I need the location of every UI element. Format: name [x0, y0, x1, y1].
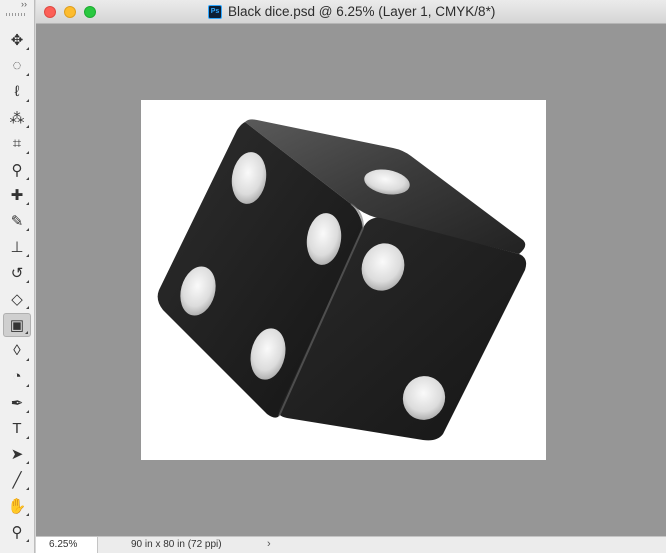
- tool-group-indicator: [26, 228, 29, 232]
- move-tool-icon: ✥: [10, 32, 24, 49]
- eyedropper-tool-icon: ⚲: [11, 161, 23, 179]
- healing-brush-tool[interactable]: ✚: [3, 183, 31, 207]
- eraser-tool[interactable]: ◇: [3, 287, 31, 311]
- tool-group-indicator: [26, 254, 29, 258]
- window-title: Ps Black dice.psd @ 6.25% (Layer 1, CMYK…: [208, 4, 495, 19]
- photoshop-file-icon: Ps: [208, 4, 222, 19]
- zoom-tool[interactable]: ⚲: [3, 520, 31, 544]
- path-selection-tool[interactable]: ➤: [3, 442, 31, 466]
- healing-brush-tool-icon: ✚: [10, 187, 24, 205]
- panel-grip[interactable]: [6, 13, 26, 16]
- status-menu-arrow-icon[interactable]: ›: [267, 538, 271, 550]
- tool-group-indicator: [26, 150, 29, 154]
- magic-wand-tool[interactable]: ⁂: [3, 106, 31, 130]
- magic-wand-tool-icon: ⁂: [9, 109, 25, 127]
- status-bar: 6.25% 90 in x 80 in (72 ppi) ›: [36, 536, 666, 553]
- dodge-tool[interactable]: ◔: [3, 365, 31, 389]
- tool-group-indicator: [26, 383, 29, 387]
- document-window: Ps Black dice.psd @ 6.25% (Layer 1, CMYK…: [36, 0, 666, 553]
- marquee-tool[interactable]: ◌: [3, 54, 31, 78]
- tool-group-indicator: [26, 357, 29, 361]
- gradient-tool-icon: ▣: [9, 316, 25, 334]
- dice-image: [157, 119, 527, 441]
- brush-tool[interactable]: ✎: [3, 209, 31, 233]
- tool-group-indicator: [26, 487, 29, 491]
- tool-group-indicator: [26, 280, 29, 284]
- dodge-tool-icon: ◔: [12, 368, 22, 386]
- pen-tool-icon: ✒: [10, 394, 24, 412]
- tool-group-indicator: [26, 98, 29, 102]
- tool-group-indicator: [26, 513, 29, 517]
- tool-group-indicator: [26, 435, 29, 439]
- move-tool[interactable]: ✥: [3, 28, 31, 52]
- history-brush-tool-icon: ↺: [10, 265, 24, 283]
- document-title: Black dice.psd @ 6.25% (Layer 1, CMYK/8*…: [228, 4, 496, 19]
- document-info: 90 in x 80 in (72 ppi): [131, 539, 222, 550]
- eyedropper-tool[interactable]: ⚲: [3, 158, 31, 182]
- zoom-tool-icon: ⚲: [11, 524, 23, 542]
- artboard[interactable]: [141, 100, 546, 460]
- blur-tool-icon: ◊: [13, 342, 21, 360]
- minimize-window-button[interactable]: [64, 6, 76, 18]
- line-tool-icon: ╱: [12, 472, 22, 490]
- tool-group-indicator: [26, 202, 29, 206]
- blur-tool[interactable]: ◊: [3, 339, 31, 363]
- marquee-tool-icon: ◌: [12, 57, 22, 75]
- tool-group-indicator: [26, 461, 29, 465]
- clone-stamp-tool[interactable]: ⊥: [3, 235, 31, 259]
- path-selection-tool-icon: ➤: [10, 446, 24, 464]
- lasso-tool[interactable]: ℓ: [3, 80, 31, 104]
- zoom-window-button[interactable]: [84, 6, 96, 18]
- gradient-tool[interactable]: ▣: [3, 312, 31, 337]
- history-brush-tool[interactable]: ↺: [3, 261, 31, 285]
- close-window-button[interactable]: [44, 6, 56, 18]
- crop-tool-icon: ⌗: [12, 135, 22, 153]
- title-bar[interactable]: Ps Black dice.psd @ 6.25% (Layer 1, CMYK…: [36, 0, 666, 24]
- type-tool[interactable]: T: [3, 417, 31, 441]
- tool-group-indicator: [26, 409, 29, 413]
- tool-group-indicator: [26, 539, 29, 543]
- tool-group-indicator: [26, 47, 29, 50]
- hand-tool[interactable]: ✋: [3, 494, 31, 518]
- tool-group-indicator: [25, 330, 28, 334]
- hand-tool-icon: ✋: [7, 498, 27, 516]
- tool-group-indicator: [26, 72, 29, 76]
- eraser-tool-icon: ◇: [11, 291, 23, 308]
- tool-group-indicator: [26, 176, 29, 180]
- tools-panel-header[interactable]: ››: [0, 0, 35, 22]
- tools-panel: ›› ✥ ◌ ℓ ⁂ ⌗ ⚲ ✚ ✎ ⊥ ↺ ◇ ▣ ◊ ◔ ✒ T ➤ ╱ ✋ ⚲: [0, 0, 35, 553]
- pen-tool[interactable]: ✒: [3, 391, 31, 415]
- lasso-tool-icon: ℓ: [14, 83, 20, 101]
- tool-group-indicator: [26, 124, 29, 128]
- type-tool-icon: T: [12, 420, 22, 437]
- collapse-panel-icon[interactable]: ››: [21, 0, 27, 9]
- zoom-level-field[interactable]: 6.25%: [36, 537, 98, 553]
- line-tool[interactable]: ╱: [3, 468, 31, 492]
- tool-group-indicator: [26, 306, 29, 309]
- brush-tool-icon: ✎: [10, 213, 24, 231]
- clone-stamp-tool-icon: ⊥: [10, 239, 24, 257]
- crop-tool[interactable]: ⌗: [3, 132, 31, 156]
- canvas-area[interactable]: [36, 24, 666, 536]
